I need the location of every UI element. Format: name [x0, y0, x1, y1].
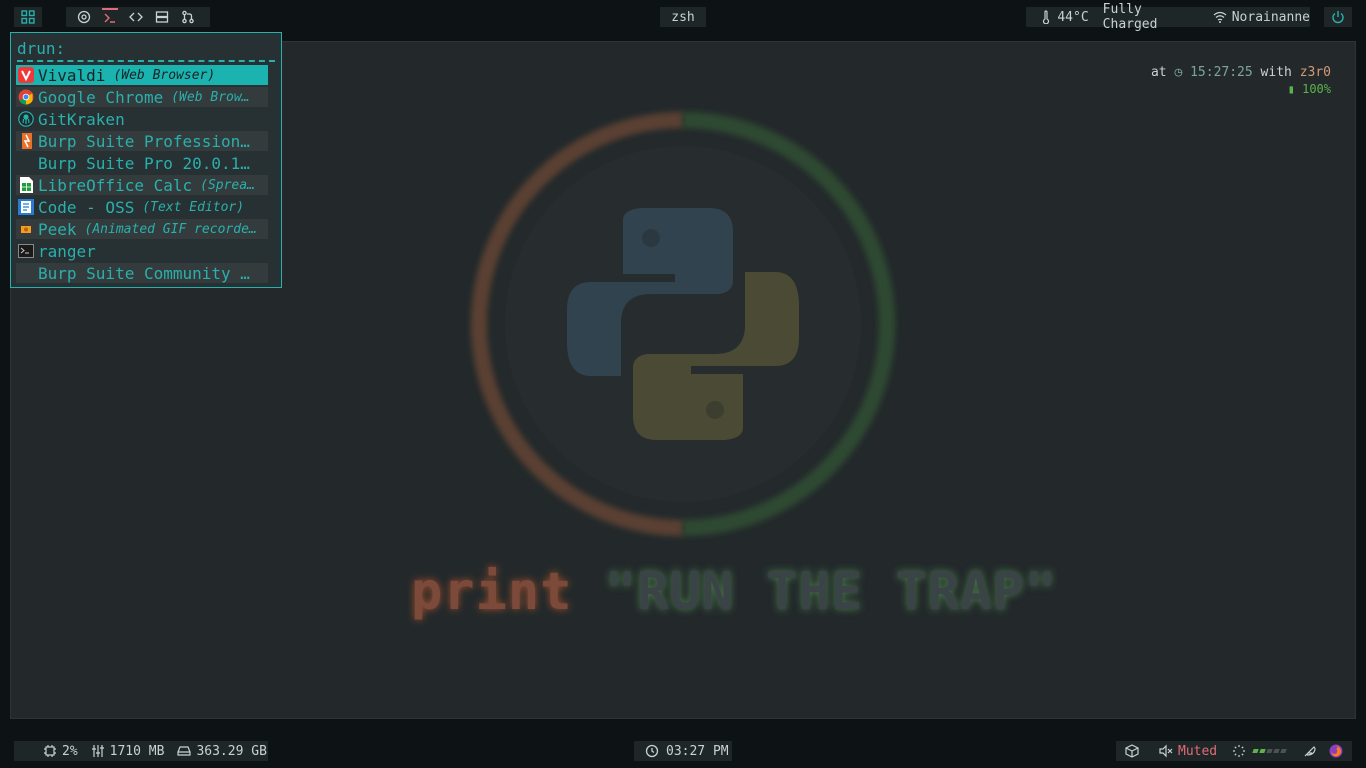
window-title-text: zsh: [671, 9, 695, 25]
clock-text: 03:27 PM: [666, 743, 729, 759]
terminal-icon: [16, 241, 36, 261]
power-button[interactable]: [1324, 7, 1352, 27]
memory-icon: [90, 743, 106, 759]
brightness-level[interactable]: [1252, 749, 1287, 753]
system-stats: 2% 1710 MB 363.29 GB: [14, 741, 268, 761]
clock-with: with: [1260, 65, 1292, 80]
launcher-item-name: Google Chrome: [38, 87, 164, 107]
launcher-item-chrome[interactable]: Google Chrome (Web Brow…: [16, 87, 268, 107]
wifi-icon[interactable]: [1212, 9, 1227, 25]
clock-user: z3r0: [1299, 65, 1331, 80]
volume-muted-icon[interactable]: [1158, 743, 1174, 759]
wallpaper-string: "RUN THE TRAP": [604, 562, 1058, 622]
launcher-item-burp-professional[interactable]: Burp Suite Profession…: [16, 131, 268, 151]
launcher-item-name: LibreOffice Calc: [38, 175, 193, 195]
launcher-list: Vivaldi (Web Browser) Google Chrome (Web…: [16, 65, 268, 285]
feather-icon[interactable]: [1302, 743, 1318, 759]
memory-usage: 1710 MB: [109, 743, 165, 759]
launcher-item-category: (Web Browser): [113, 67, 216, 83]
burp-icon: [16, 131, 36, 151]
launcher-item-category: (Sprea…: [200, 177, 255, 193]
code-workspace-icon[interactable]: [128, 9, 144, 25]
launcher-item-peek[interactable]: Peek (Animated GIF recorde…: [16, 219, 268, 239]
battery-percent: 100%: [1302, 82, 1331, 96]
launcher-item-burp-community[interactable]: Burp Suite Community …: [16, 263, 268, 283]
cpu-icon: [42, 743, 58, 759]
launcher-prompt[interactable]: drun:: [17, 39, 65, 58]
clock-icon: [644, 743, 660, 759]
bottom-bar: 2% 1710 MB 363.29 GB 03:27 PM Muted: [0, 734, 1366, 768]
terminal-workspace-icon[interactable]: [102, 8, 118, 26]
launcher-item-name: Code - OSS: [38, 197, 135, 217]
chrome-icon: [16, 87, 36, 107]
launcher-item-name: Vivaldi: [38, 65, 106, 85]
apps-button[interactable]: [14, 7, 42, 27]
clock-time: 15:27:25: [1190, 65, 1253, 80]
launcher-item-vivaldi[interactable]: Vivaldi (Web Browser): [16, 65, 268, 85]
launcher-separator: [17, 60, 275, 62]
top-bar: zsh 44°C Fully Charged Norainanne: [0, 0, 1366, 34]
desktop-clock-widget: at ◷ 15:27:25 with z3r0 ▮ 100%: [1150, 65, 1331, 96]
app-launcher[interactable]: drun: Vivaldi (Web Browser) Google Chrom…: [10, 32, 282, 288]
disk-icon: [176, 743, 192, 759]
launcher-item-name: Burp Suite Community …: [38, 263, 250, 283]
launcher-item-burp-pro[interactable]: Burp Suite Pro 20.0.1…: [16, 153, 268, 173]
battery-status-text: Fully Charged: [1102, 2, 1158, 32]
launcher-item-name: ranger: [38, 241, 96, 261]
launcher-item-name: Burp Suite Pro 20.0.1…: [38, 153, 250, 173]
launcher-item-category: (Text Editor): [142, 199, 245, 215]
disk-free: 363.29 GB: [196, 743, 267, 759]
launcher-item-name: GitKraken: [38, 109, 125, 129]
status-indicators: 44°C Fully Charged Norainanne: [1026, 2, 1310, 32]
cpu-usage: 2%: [62, 743, 78, 759]
brightness-icon: [1231, 743, 1247, 759]
code-icon: [16, 197, 36, 217]
launcher-item-code-oss[interactable]: Code - OSS (Text Editor): [16, 197, 268, 217]
tray: Muted: [1116, 741, 1352, 761]
gitkraken-icon: [16, 109, 36, 129]
launcher-item-libreoffice-calc[interactable]: LibreOffice Calc (Sprea…: [16, 175, 268, 195]
launcher-item-category: (Web Brow…: [171, 89, 250, 105]
power-icon: [1330, 9, 1346, 25]
peek-icon: [16, 219, 36, 239]
launcher-item-name: Burp Suite Profession…: [38, 131, 250, 151]
git-workspace-icon[interactable]: [180, 9, 196, 25]
thermometer-icon: [1038, 9, 1053, 25]
clock[interactable]: 03:27 PM: [634, 741, 732, 761]
workspace-switcher: [66, 7, 210, 27]
package-icon[interactable]: [1124, 743, 1140, 759]
launcher-item-name: Peek: [38, 219, 77, 239]
launcher-item-category: (Animated GIF recorde…: [84, 221, 257, 237]
wallpaper-text: print "RUN THE TRAP": [411, 562, 1057, 622]
battery-icon: ▮: [1287, 82, 1295, 96]
firefox-icon[interactable]: [1328, 743, 1344, 759]
grid-icon: [20, 9, 36, 25]
temperature-text: 44°C: [1057, 9, 1089, 25]
wallpaper-keyword: print: [411, 562, 573, 622]
window-title: zsh: [660, 7, 706, 27]
clock-prefix: at: [1150, 65, 1167, 80]
calc-icon: [16, 175, 36, 195]
launcher-item-gitkraken[interactable]: GitKraken: [16, 109, 268, 129]
browser-workspace-icon[interactable]: [76, 9, 92, 25]
files-workspace-icon[interactable]: [154, 9, 170, 25]
wifi-name-text[interactable]: Norainanne: [1232, 10, 1310, 25]
launcher-item-ranger[interactable]: ranger: [16, 241, 268, 261]
volume-status[interactable]: Muted: [1178, 744, 1217, 759]
vivaldi-icon: [16, 65, 36, 85]
